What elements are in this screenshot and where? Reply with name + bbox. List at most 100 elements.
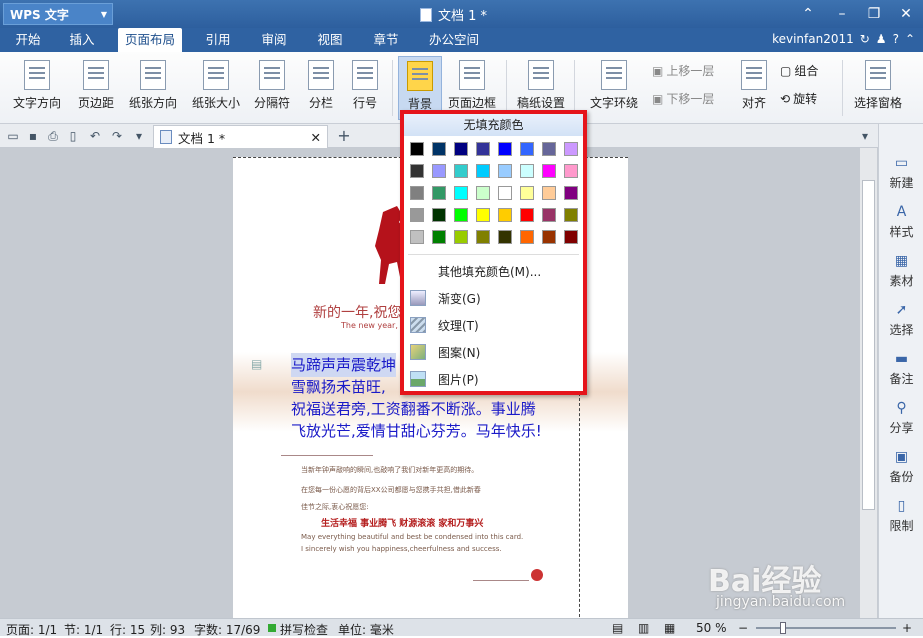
customize-icon[interactable]: ▾ xyxy=(132,129,146,143)
color-swatch[interactable] xyxy=(432,164,446,178)
window-up-icon[interactable]: ⌃ xyxy=(796,4,820,24)
sync-icon[interactable]: ↻ xyxy=(860,32,870,46)
color-swatch[interactable] xyxy=(476,186,490,200)
color-swatch[interactable] xyxy=(410,230,424,244)
texture-option[interactable]: 纹理(T) xyxy=(404,312,583,338)
align-button[interactable]: 对齐 xyxy=(734,56,774,120)
preview-icon[interactable]: ▯ xyxy=(66,129,80,143)
color-swatch[interactable] xyxy=(520,208,534,222)
tab-home[interactable]: 开始 xyxy=(8,28,48,52)
orientation-button[interactable]: 纸张方向 xyxy=(122,56,184,120)
color-swatch[interactable] xyxy=(432,142,446,156)
color-swatch[interactable] xyxy=(454,164,468,178)
color-swatch[interactable] xyxy=(410,208,424,222)
selection-pane-button[interactable]: 选择窗格 xyxy=(850,56,906,120)
bring-forward-button[interactable]: ▣ 上移一层 xyxy=(652,62,714,79)
margins-button[interactable]: 页边距 xyxy=(74,56,118,120)
columns-button[interactable]: 分栏 xyxy=(302,56,340,120)
help-icon[interactable]: ? xyxy=(893,32,899,46)
color-swatch[interactable] xyxy=(520,164,534,178)
restore-icon[interactable]: ❐ xyxy=(862,4,886,24)
color-swatch[interactable] xyxy=(520,230,534,244)
sidebar-item-select[interactable]: ➚ 选择 xyxy=(879,299,923,347)
sidebar-item-backup[interactable]: ▣ 备份 xyxy=(879,446,923,494)
zoom-slider[interactable] xyxy=(756,627,896,629)
color-swatch[interactable] xyxy=(476,164,490,178)
close-tab-icon[interactable]: ✕ xyxy=(311,130,321,145)
more-fill-colors-option[interactable]: 其他填充颜色(M)... xyxy=(404,258,583,284)
tab-view[interactable]: 视图 xyxy=(310,28,350,52)
color-swatch[interactable] xyxy=(542,208,556,222)
color-swatch[interactable] xyxy=(564,164,578,178)
sidebar-item-notes[interactable]: ▬ 备注 xyxy=(879,348,923,396)
color-swatch[interactable] xyxy=(564,208,578,222)
status-word-count[interactable]: 字数: 17/69 xyxy=(194,621,260,638)
color-swatch[interactable] xyxy=(432,186,446,200)
text-wrap-button[interactable]: 文字环绕 xyxy=(582,56,646,120)
color-swatch[interactable] xyxy=(542,142,556,156)
tab-office-space[interactable]: 办公空间 xyxy=(422,28,486,52)
color-swatch[interactable] xyxy=(542,230,556,244)
color-swatch[interactable] xyxy=(498,164,512,178)
print-icon[interactable]: ⎙ xyxy=(46,129,60,143)
web-view-icon[interactable]: ▦ xyxy=(664,621,675,635)
save-icon[interactable]: ▪ xyxy=(26,129,40,143)
user-name[interactable]: kevinfan2011 xyxy=(772,32,854,46)
new-tab-icon[interactable]: + xyxy=(337,128,351,144)
group-button[interactable]: ▢ 组合 xyxy=(780,62,818,79)
color-swatch[interactable] xyxy=(476,142,490,156)
undo-icon[interactable]: ↶ xyxy=(88,129,102,143)
color-swatch[interactable] xyxy=(564,142,578,156)
gradient-option[interactable]: 渐变(G) xyxy=(404,285,583,311)
collapse-ribbon-icon[interactable]: ⌃ xyxy=(905,32,915,46)
tab-references[interactable]: 引用 xyxy=(198,28,238,52)
color-swatch[interactable] xyxy=(454,230,468,244)
sidebar-item-styles[interactable]: A 样式 xyxy=(879,201,923,249)
tab-chapter[interactable]: 章节 xyxy=(366,28,406,52)
tab-list-icon[interactable]: ▾ xyxy=(858,129,872,143)
open-icon[interactable]: ▭ xyxy=(6,129,20,143)
zoom-level[interactable]: 50 % xyxy=(696,621,727,635)
color-swatch[interactable] xyxy=(432,230,446,244)
color-swatch[interactable] xyxy=(410,142,424,156)
line-numbers-button[interactable]: 行号 xyxy=(346,56,384,120)
color-swatch[interactable] xyxy=(498,186,512,200)
zoom-out-icon[interactable]: − xyxy=(738,621,748,635)
color-swatch[interactable] xyxy=(564,186,578,200)
zoom-slider-handle[interactable] xyxy=(780,622,786,634)
color-swatch[interactable] xyxy=(476,230,490,244)
sidebar-item-new[interactable]: ▭ 新建 xyxy=(879,152,923,200)
rotate-button[interactable]: ⟲ 旋转 xyxy=(780,90,817,107)
app-menu-button[interactable]: WPS 文字 ▼ xyxy=(3,3,113,25)
color-swatch[interactable] xyxy=(498,142,512,156)
pattern-option[interactable]: 图案(N) xyxy=(404,339,583,365)
picture-option[interactable]: 图片(P) xyxy=(404,366,583,392)
color-swatch[interactable] xyxy=(432,208,446,222)
sidebar-item-share[interactable]: ⚲ 分享 xyxy=(879,397,923,445)
color-swatch[interactable] xyxy=(542,186,556,200)
scrollbar-thumb[interactable] xyxy=(862,180,875,510)
page-view-icon[interactable]: ▤ xyxy=(612,621,623,635)
page-size-button[interactable]: 纸张大小 xyxy=(190,56,242,120)
color-swatch[interactable] xyxy=(564,230,578,244)
zoom-in-icon[interactable]: + xyxy=(902,621,912,635)
color-swatch[interactable] xyxy=(454,186,468,200)
color-swatch[interactable] xyxy=(498,230,512,244)
color-swatch[interactable] xyxy=(520,186,534,200)
text-direction-button[interactable]: 文字方向 xyxy=(4,56,70,120)
color-swatch[interactable] xyxy=(520,142,534,156)
sidebar-item-materials[interactable]: ▦ 素材 xyxy=(879,250,923,298)
color-swatch[interactable] xyxy=(454,142,468,156)
breaks-button[interactable]: 分隔符 xyxy=(246,56,298,120)
minimize-icon[interactable]: – xyxy=(830,4,854,24)
color-swatch[interactable] xyxy=(410,164,424,178)
close-icon[interactable]: ✕ xyxy=(894,4,918,24)
color-swatch[interactable] xyxy=(542,164,556,178)
color-swatch[interactable] xyxy=(476,208,490,222)
sidebar-item-restrict[interactable]: ▯ 限制 xyxy=(879,495,923,543)
status-spell-check[interactable]: 拼写检查 xyxy=(280,621,328,638)
no-fill-option[interactable]: 无填充颜色 xyxy=(404,114,583,136)
tab-review[interactable]: 审阅 xyxy=(254,28,294,52)
outline-view-icon[interactable]: ▥ xyxy=(638,621,649,635)
send-backward-button[interactable]: ▣ 下移一层 xyxy=(652,90,714,107)
